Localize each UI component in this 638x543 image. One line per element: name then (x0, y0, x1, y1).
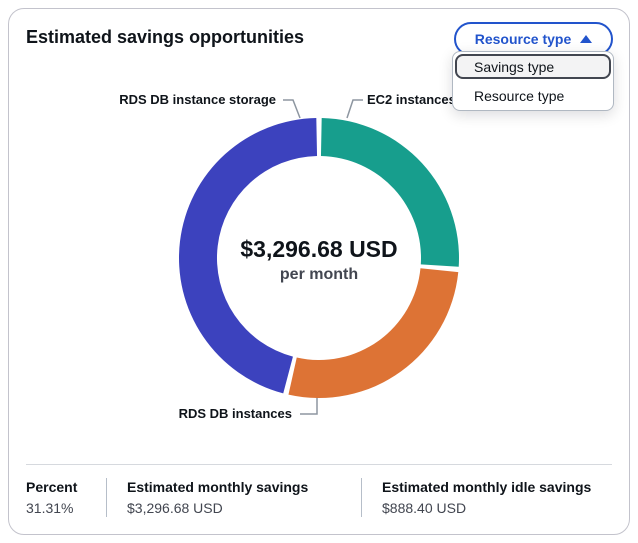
stat-monthly-savings: Estimated monthly savings $3,296.68 USD (106, 478, 361, 517)
stat-percent-value: 31.31% (26, 499, 106, 517)
segment-label-rds-db-instances: RDS DB instances (179, 406, 292, 422)
donut-segment-rds-db-instance-storage[interactable] (179, 118, 317, 393)
stat-monthly-idle-savings-label: Estimated monthly idle savings (382, 478, 612, 496)
dropdown-menu: Savings type Resource type (452, 51, 614, 111)
stat-monthly-savings-value: $3,296.68 USD (127, 499, 361, 517)
stat-percent-label: Percent (26, 478, 106, 496)
segment-label-ec2-instances: EC2 instances (367, 92, 456, 108)
segment-label-rds-db-instance-storage: RDS DB instance storage (119, 92, 276, 108)
stat-monthly-savings-label: Estimated monthly savings (127, 478, 361, 496)
label-connector-ec2 (347, 100, 363, 118)
page-title: Estimated savings opportunities (26, 26, 304, 48)
savings-opportunities-card: Estimated savings opportunities Resource… (8, 8, 630, 535)
stat-monthly-idle-savings: Estimated monthly idle savings $888.40 U… (361, 478, 612, 517)
caret-up-icon (580, 35, 592, 43)
donut-segment-ec2-instances[interactable] (321, 118, 459, 267)
menu-item-savings-type[interactable]: Savings type (455, 54, 611, 79)
dropdown-button-label: Resource type (475, 31, 571, 47)
menu-item-resource-type[interactable]: Resource type (453, 81, 613, 110)
stat-percent: Percent 31.31% (26, 478, 106, 517)
label-connector-rds-storage (283, 100, 300, 118)
summary-stats-row: Percent 31.31% Estimated monthly savings… (26, 464, 612, 517)
donut-segment-rds-db-instances[interactable] (288, 268, 458, 398)
stat-monthly-idle-savings-value: $888.40 USD (382, 499, 612, 517)
